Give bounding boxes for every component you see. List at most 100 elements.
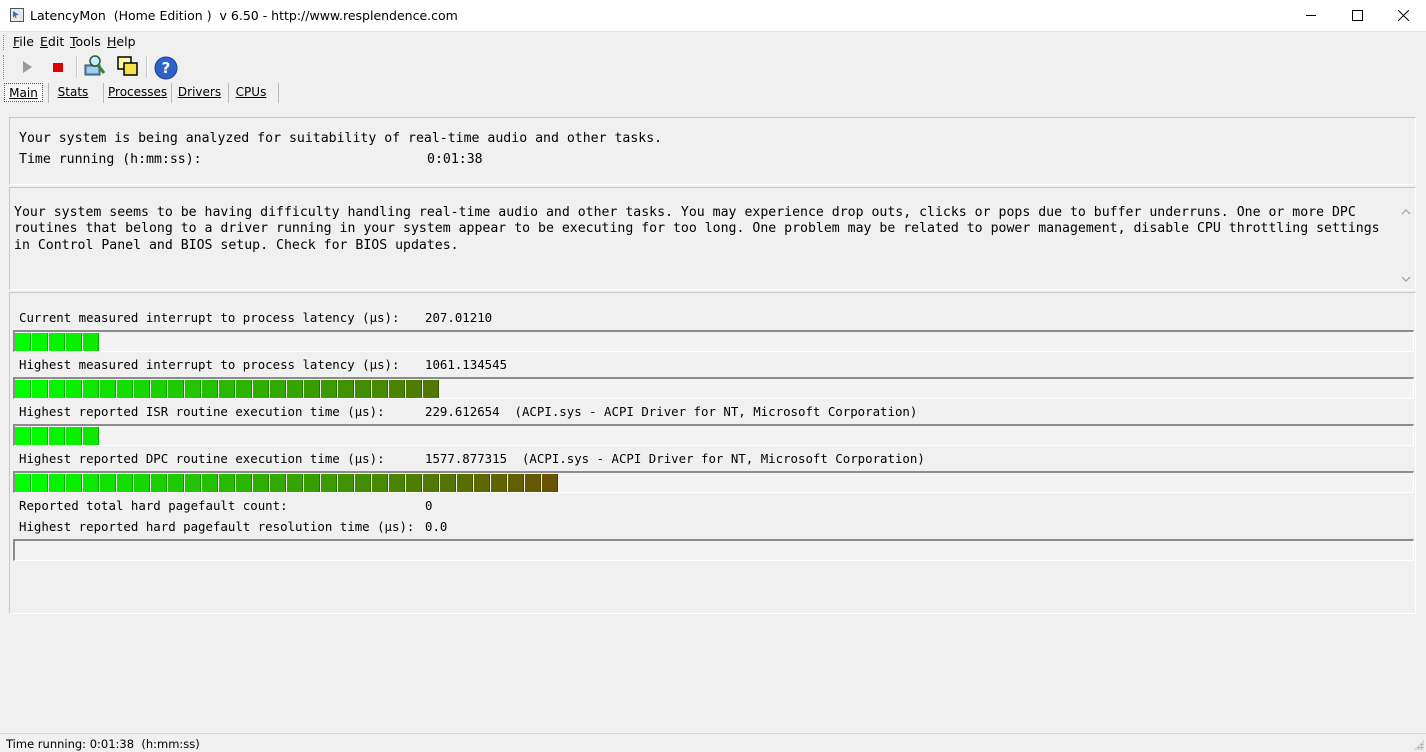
bar-segment xyxy=(185,474,201,492)
tab-separator xyxy=(278,83,279,103)
bar-segment xyxy=(168,474,184,492)
bar-segment xyxy=(440,474,456,492)
bar-segment xyxy=(15,380,31,398)
bar-segment xyxy=(423,380,439,398)
windows-button[interactable] xyxy=(114,53,142,81)
toolbar-separator-2 xyxy=(146,56,148,78)
highest-latency-value: 1061.134545 xyxy=(425,357,508,372)
analyze-icon xyxy=(84,55,106,76)
title-bar[interactable]: LatencyMon (Home Edition ) v 6.50 - http… xyxy=(0,0,1426,32)
tab-drivers-label: Drivers xyxy=(177,85,222,99)
bar-segment xyxy=(474,474,490,492)
pagefault-time-value: 0.0 xyxy=(425,519,448,534)
start-button[interactable] xyxy=(13,53,41,81)
stop-button[interactable] xyxy=(44,53,72,81)
tab-stats-label: Stats xyxy=(57,85,89,99)
bar-segment xyxy=(202,380,218,398)
bar-segment xyxy=(219,474,235,492)
bar-segment xyxy=(151,380,167,398)
menu-help[interactable]: Help xyxy=(107,34,136,49)
play-icon xyxy=(23,61,32,73)
bar-segment xyxy=(406,380,422,398)
tab-drivers[interactable]: Drivers xyxy=(177,83,222,102)
bar-segment xyxy=(66,474,82,492)
tab-main[interactable]: Main xyxy=(4,83,43,102)
menu-edit-accel: E xyxy=(40,34,48,49)
bar-segment xyxy=(117,474,133,492)
menu-edit[interactable]: Edit xyxy=(40,34,64,49)
bar-segment xyxy=(287,474,303,492)
bar-segment xyxy=(134,380,150,398)
tab-separator xyxy=(48,83,49,103)
conclusion-panel[interactable]: Your system seems to be having difficult… xyxy=(9,187,1416,290)
bar-segment xyxy=(32,333,48,351)
bar-segment xyxy=(457,474,473,492)
menu-help-rest: elp xyxy=(116,34,136,49)
tab-separator xyxy=(228,83,229,103)
close-button[interactable] xyxy=(1380,0,1426,31)
menu-file-rest: ile xyxy=(19,34,34,49)
time-running-value: 0:01:38 xyxy=(427,152,483,167)
dpc-time-value: 1577.877315 (ACPI.sys - ACPI Driver for … xyxy=(425,451,925,466)
bar-segment xyxy=(32,474,48,492)
bar-segment xyxy=(49,474,65,492)
bar-segment xyxy=(389,380,405,398)
bar-segment xyxy=(338,380,354,398)
dpc-time-bar xyxy=(13,471,1414,493)
dpc-time-label: Highest reported DPC routine execution t… xyxy=(19,451,385,466)
bar-segment xyxy=(321,380,337,398)
maximize-button[interactable] xyxy=(1334,0,1380,31)
tab-separator xyxy=(171,83,172,103)
bar-segment xyxy=(270,380,286,398)
pagefault-time-bar xyxy=(13,539,1414,561)
highest-latency-label: Highest measured interrupt to process la… xyxy=(19,357,400,372)
scroll-up-icon[interactable] xyxy=(1401,208,1411,218)
menu-bar: File Edit Tools Help xyxy=(0,32,1426,50)
help-button[interactable]: ? xyxy=(152,53,180,81)
toolbar-grip xyxy=(3,55,6,79)
bar-segment xyxy=(15,333,31,351)
tab-stats[interactable]: Stats xyxy=(54,83,92,102)
bar-segment xyxy=(423,474,439,492)
bar-segment xyxy=(372,380,388,398)
analysis-status-panel: Your system is being analyzed for suitab… xyxy=(9,117,1416,185)
help-icon: ? xyxy=(154,56,178,80)
menu-tools-rest: ools xyxy=(75,34,101,49)
tab-cpus-label: CPUs xyxy=(235,85,267,99)
pagefault-count-label: Reported total hard pagefault count: xyxy=(19,498,288,513)
analysis-message: Your system is being analyzed for suitab… xyxy=(19,131,663,146)
tab-cpus[interactable]: CPUs xyxy=(233,83,269,102)
highest-latency-bar xyxy=(13,377,1414,399)
minimize-button[interactable] xyxy=(1288,0,1334,31)
time-running-label: Time running (h:mm:ss): xyxy=(19,152,202,167)
toolbar-separator xyxy=(76,56,78,78)
tab-separator xyxy=(103,83,104,103)
bar-segment xyxy=(66,333,82,351)
menu-help-accel: H xyxy=(107,34,117,49)
bar-segment xyxy=(83,474,99,492)
bar-segment xyxy=(355,380,371,398)
bar-segment xyxy=(151,474,167,492)
analyze-button[interactable] xyxy=(82,53,110,81)
bar-segment xyxy=(406,474,422,492)
bar-segment xyxy=(117,380,133,398)
menubar-grip xyxy=(3,35,6,50)
tab-processes-label: Processes xyxy=(108,85,168,99)
resize-grip-icon[interactable] xyxy=(1414,740,1424,750)
bar-segment xyxy=(66,427,82,445)
menu-edit-rest: dit xyxy=(47,34,65,49)
bar-segment xyxy=(83,380,99,398)
bar-segment xyxy=(389,474,405,492)
menu-tools[interactable]: Tools xyxy=(70,34,101,49)
bar-segment xyxy=(49,427,65,445)
bar-segment xyxy=(304,474,320,492)
bar-segment xyxy=(66,380,82,398)
scroll-down-icon[interactable] xyxy=(1401,275,1411,285)
current-latency-value: 207.01210 xyxy=(425,310,493,325)
tab-processes[interactable]: Processes xyxy=(108,83,168,102)
bar-segment xyxy=(100,474,116,492)
menu-file[interactable]: File xyxy=(13,34,34,49)
bar-segment xyxy=(525,474,541,492)
app-icon[interactable] xyxy=(10,8,24,22)
status-bar-text: Time running: 0:01:38 (h:mm:ss) xyxy=(6,737,200,751)
